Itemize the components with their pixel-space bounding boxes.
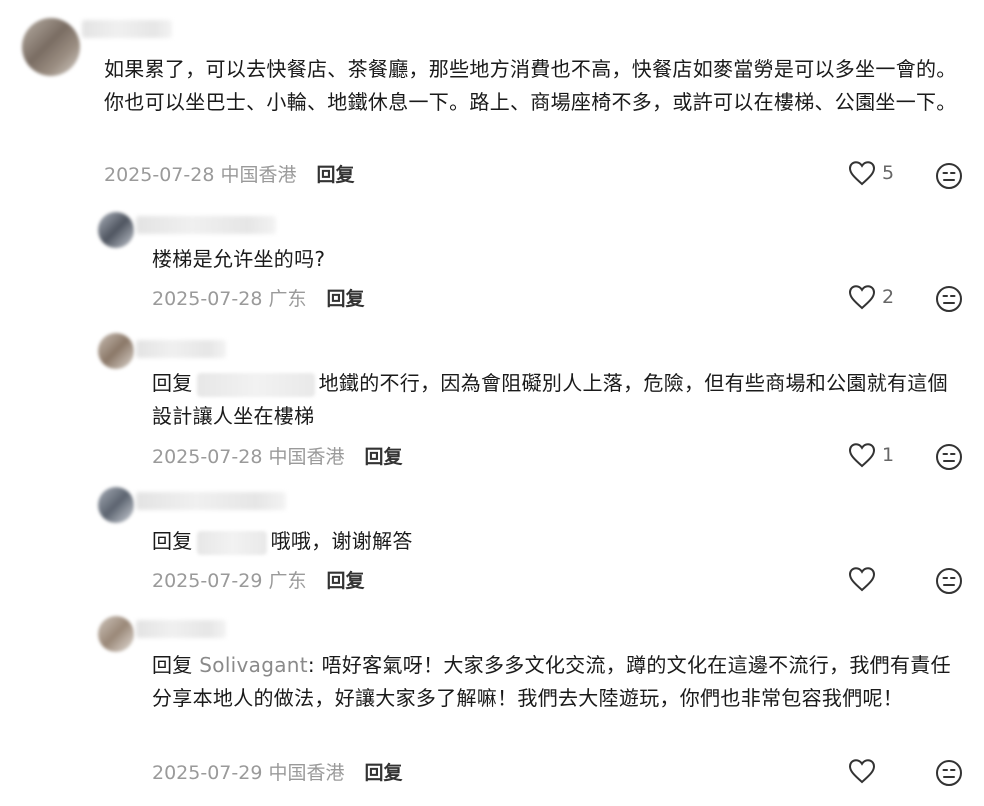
comment-location: 中国香港	[268, 446, 345, 468]
dislike-button[interactable]	[935, 285, 963, 313]
comment-date: 2025-07-28	[152, 446, 263, 468]
comment-date: 2025-07-29	[152, 762, 263, 784]
mention-link[interactable]: Solivagant	[199, 653, 308, 677]
dislike-face-icon	[936, 760, 962, 786]
heart-outline-icon	[848, 285, 876, 310]
dislike-button[interactable]	[935, 443, 963, 471]
reply-prefix: 回复	[152, 529, 193, 553]
dislike-face-icon	[936, 163, 962, 189]
comment-meta: 2025-07-29 中国香港 回复	[152, 758, 403, 785]
like-button[interactable]: 5	[848, 160, 894, 186]
comment-date: 2025-07-28	[152, 288, 263, 310]
username[interactable]	[82, 20, 172, 38]
reply-button[interactable]: 回复	[327, 288, 365, 310]
comment-location: 中国香港	[220, 164, 297, 186]
like-count: 2	[882, 286, 895, 308]
like-button[interactable]	[848, 566, 882, 592]
comment-location: 广东	[268, 288, 307, 310]
dislike-button[interactable]	[935, 567, 963, 595]
dislike-button[interactable]	[935, 162, 963, 190]
comment-location: 广东	[268, 570, 307, 592]
like-button[interactable]	[848, 758, 882, 784]
reply-button[interactable]: 回复	[365, 762, 403, 784]
dislike-button[interactable]	[935, 759, 963, 787]
reply-button[interactable]: 回复	[317, 164, 355, 186]
dislike-face-icon	[936, 286, 962, 312]
username[interactable]	[136, 216, 276, 234]
reply-prefix: 回复	[152, 653, 193, 677]
heart-outline-icon	[848, 567, 876, 592]
heart-outline-icon	[848, 443, 876, 468]
dislike-face-icon	[936, 568, 962, 594]
like-button[interactable]: 1	[848, 442, 894, 468]
mention-link[interactable]	[196, 530, 267, 555]
comment-body: 哦哦，谢谢解答	[270, 529, 413, 553]
username[interactable]	[136, 492, 286, 510]
avatar[interactable]	[22, 18, 80, 76]
username[interactable]	[136, 340, 226, 358]
comment-date: 2025-07-28	[104, 164, 215, 186]
like-count: 5	[882, 162, 895, 184]
like-button[interactable]: 2	[848, 284, 894, 310]
reply-button[interactable]: 回复	[327, 570, 365, 592]
reply-button[interactable]: 回复	[365, 446, 403, 468]
heart-outline-icon	[848, 161, 876, 186]
comment-location: 中国香港	[268, 762, 345, 784]
comment-meta: 2025-07-28 中国香港 回复	[104, 160, 355, 187]
comment-text: 回复 Solivagant: 唔好客氣呀！大家多多文化交流，蹲的文化在這邊不流行…	[152, 649, 964, 715]
comment-text: 回复 地鐵的不行，因為會阻礙別人上落，危險，但有些商場和公園就有這個設計讓人坐在樓…	[152, 367, 952, 433]
comment-text: 楼梯是允许坐的吗?	[152, 247, 326, 271]
username[interactable]	[136, 620, 226, 638]
avatar[interactable]	[98, 487, 134, 523]
comment-text: 如果累了，可以去快餐店、茶餐廳，那些地方消費也不高，快餐店如麥當勞是可以多坐一會…	[104, 57, 957, 114]
avatar[interactable]	[98, 616, 134, 652]
like-count: 1	[882, 444, 895, 466]
comment-date: 2025-07-29	[152, 570, 263, 592]
comment-text: 回复 哦哦，谢谢解答	[152, 525, 952, 558]
mention-link[interactable]	[196, 372, 315, 397]
heart-outline-icon	[848, 759, 876, 784]
comment-meta: 2025-07-28 广东 回复	[152, 284, 365, 311]
avatar[interactable]	[98, 212, 134, 248]
comment-meta: 2025-07-28 中国香港 回复	[152, 442, 403, 469]
reply-prefix: 回复	[152, 371, 193, 395]
comment-meta: 2025-07-29 广东 回复	[152, 566, 365, 593]
avatar[interactable]	[98, 333, 134, 369]
dislike-face-icon	[936, 444, 962, 470]
